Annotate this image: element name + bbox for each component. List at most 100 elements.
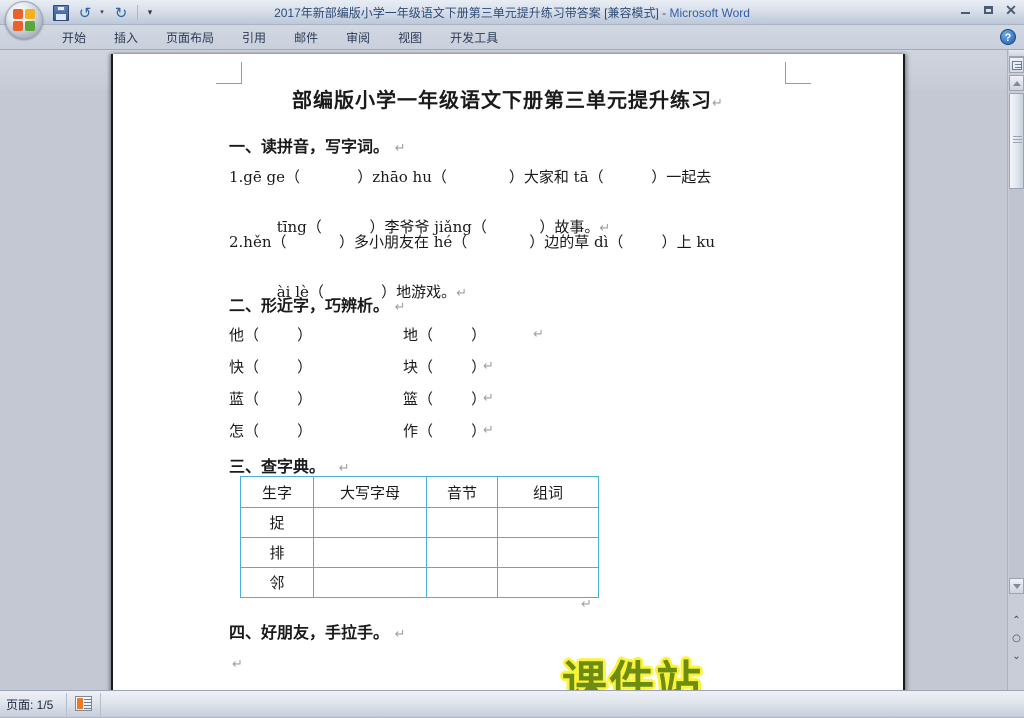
char-pair-left-2: 快（ ） [229,358,313,376]
char-pair-left-3: 蓝（ ） [229,390,313,408]
customize-qat-button[interactable]: ▾ [143,3,157,23]
save-icon [53,4,69,21]
circle-icon: ○ [1012,632,1021,644]
table-row[interactable]: 捉 [240,507,599,538]
tab-review[interactable]: 审阅 [332,26,384,50]
document-heading-text: 部编版小学一年级语文下册第三单元提升练习 [292,88,713,112]
char-pair-right-3: 篮（ ） [403,390,487,408]
dictionary-table[interactable]: 生字 大写字母 音节 组词 捉 排 邻 [240,476,599,598]
paragraph-mark: ↵ [338,461,350,476]
tab-insert[interactable]: 插入 [100,26,152,50]
word-window: 2017年新部编版小学一年级语文下册第三单元提升练习带答案 [兼容模式] - M… [0,0,1024,718]
section-heading-1: 一、读拼音，写字词。 ↵ [229,133,406,157]
tab-mailings[interactable]: 邮件 [280,26,332,50]
undo-icon: ↺ [78,3,92,22]
table-cell-syllable[interactable] [426,537,498,568]
scrollbar-thumb[interactable] [1009,93,1024,189]
toolbar-divider [137,5,138,20]
next-page-button[interactable]: ⌄ [1009,648,1024,664]
vertical-scrollbar[interactable]: ⌃ ○ ⌄ [1007,50,1024,690]
status-page-indicator[interactable]: 页面: 1/5 [6,696,53,713]
section-heading-3: 三、查字典。 ↵ [229,453,350,477]
select-browse-object-button[interactable]: ○ [1009,630,1024,646]
double-chevron-up-icon: ⌃ [1012,614,1021,626]
window-title-separator: - [658,6,670,20]
section-heading-3-text: 三、查字典。 [229,457,326,476]
status-bar: 页面: 1/5 [0,690,1024,718]
document-page[interactable]: 部编版小学一年级语文下册第三单元提升练习↵ 一、读拼音，写字词。 ↵ 1.gē … [111,54,905,690]
document-content: 部编版小学一年级语文下册第三单元提升练习↵ 一、读拼音，写字词。 ↵ 1.gē … [113,54,903,690]
table-cell-word[interactable] [497,537,599,568]
chevron-down-icon: ▾ [147,7,153,17]
section-heading-1-text: 一、读拼音，写字词。 [229,137,390,156]
paragraph-mark: ↵ [394,300,406,315]
quick-access-toolbar: ↺ ▾ ↻ ▾ [50,2,157,23]
table-cell-word[interactable] [497,567,599,598]
help-icon[interactable]: ? [1000,29,1016,45]
restore-icon[interactable] [981,3,995,17]
chevron-down-icon [1012,583,1021,589]
status-divider [100,693,101,716]
proofing-status-icon[interactable] [75,696,92,711]
scrollbar-track[interactable] [1009,189,1024,578]
redo-icon: ↻ [114,3,128,22]
window-controls: ✕ [958,3,1018,17]
minimize-icon[interactable] [958,3,972,17]
save-button[interactable] [50,3,72,23]
paragraph-mark: ↵ [483,391,494,406]
scroll-down-button[interactable] [1009,578,1024,594]
table-cell-syllable[interactable] [426,507,498,538]
status-divider [66,693,67,716]
section-heading-4: 四、好朋友，手拉手。 ↵ [229,619,406,643]
exercise-line-1: 1.gē ge（ ）zhāo hu（ ）大家和 tā（ ）一起去 [229,168,712,186]
table-header-cell: 组词 [497,476,599,508]
office-button[interactable] [5,1,43,39]
table-header-cell: 音节 [426,476,498,508]
table-cell-capital[interactable] [313,537,427,568]
undo-dropdown-button[interactable]: ▾ [98,3,108,23]
table-cell-capital[interactable] [313,567,427,598]
table-row[interactable]: 邻 [240,567,599,598]
paragraph-mark: ↵ [483,359,494,374]
tab-page-layout[interactable]: 页面布局 [152,26,228,50]
table-header-cell: 生字 [240,476,314,508]
ribbon-tabs: 开始 插入 页面布局 引用 邮件 审阅 视图 开发工具 [48,25,512,50]
char-pair-right-2: 块（ ） [403,358,487,376]
previous-page-button[interactable]: ⌃ [1009,612,1024,628]
double-chevron-down-icon: ⌄ [1012,650,1021,662]
paragraph-mark: ↵ [581,597,592,612]
chevron-up-icon [1012,80,1021,86]
table-cell-syllable[interactable] [426,567,498,598]
tab-references[interactable]: 引用 [228,26,280,50]
redo-button[interactable]: ↻ [110,3,132,23]
table-cell-character[interactable]: 排 [240,537,314,568]
paragraph-mark: ↵ [232,657,243,672]
scroll-up-button[interactable] [1009,75,1024,91]
table-header-cell: 大写字母 [313,476,427,508]
document-heading: 部编版小学一年级语文下册第三单元提升练习↵ [113,84,903,113]
paragraph-mark: ↵ [394,141,406,156]
tab-view[interactable]: 视图 [384,26,436,50]
split-window-handle[interactable] [1009,50,1024,57]
section-heading-4-text: 四、好朋友，手拉手。 [229,623,390,642]
char-pair-left-1: 他（ ） [229,326,313,344]
window-title-doc: 2017年新部编版小学一年级语文下册第三单元提升练习带答案 [兼容模式] [274,6,659,20]
close-icon[interactable]: ✕ [1004,3,1018,17]
undo-button[interactable]: ↺ [74,3,96,23]
table-cell-character[interactable]: 捉 [240,507,314,538]
table-header-row: 生字 大写字母 音节 组词 [240,476,599,508]
ribbon-tab-bar: 开始 插入 页面布局 引用 邮件 审阅 视图 开发工具 ? [0,25,1024,50]
tab-home[interactable]: 开始 [48,26,100,50]
exercise-line-3: 2.hěn（ ）多小朋友在 hé（ ）边的草 dì（ ）上 ku [229,233,716,251]
table-cell-word[interactable] [497,507,599,538]
char-pair-right-4: 作（ ） [403,422,487,440]
ruler-icon [1011,60,1022,70]
table-cell-character[interactable]: 邻 [240,567,314,598]
document-workspace[interactable]: 部编版小学一年级语文下册第三单元提升练习↵ 一、读拼音，写字词。 ↵ 1.gē … [0,50,1024,690]
page-number-label: 页面: 1/5 [6,698,54,712]
table-row[interactable]: 排 [240,537,599,568]
char-pair-right-1: 地（ ） [403,326,487,344]
tab-developer[interactable]: 开发工具 [436,26,512,50]
table-cell-capital[interactable] [313,507,427,538]
ruler-toggle-button[interactable] [1009,57,1024,73]
